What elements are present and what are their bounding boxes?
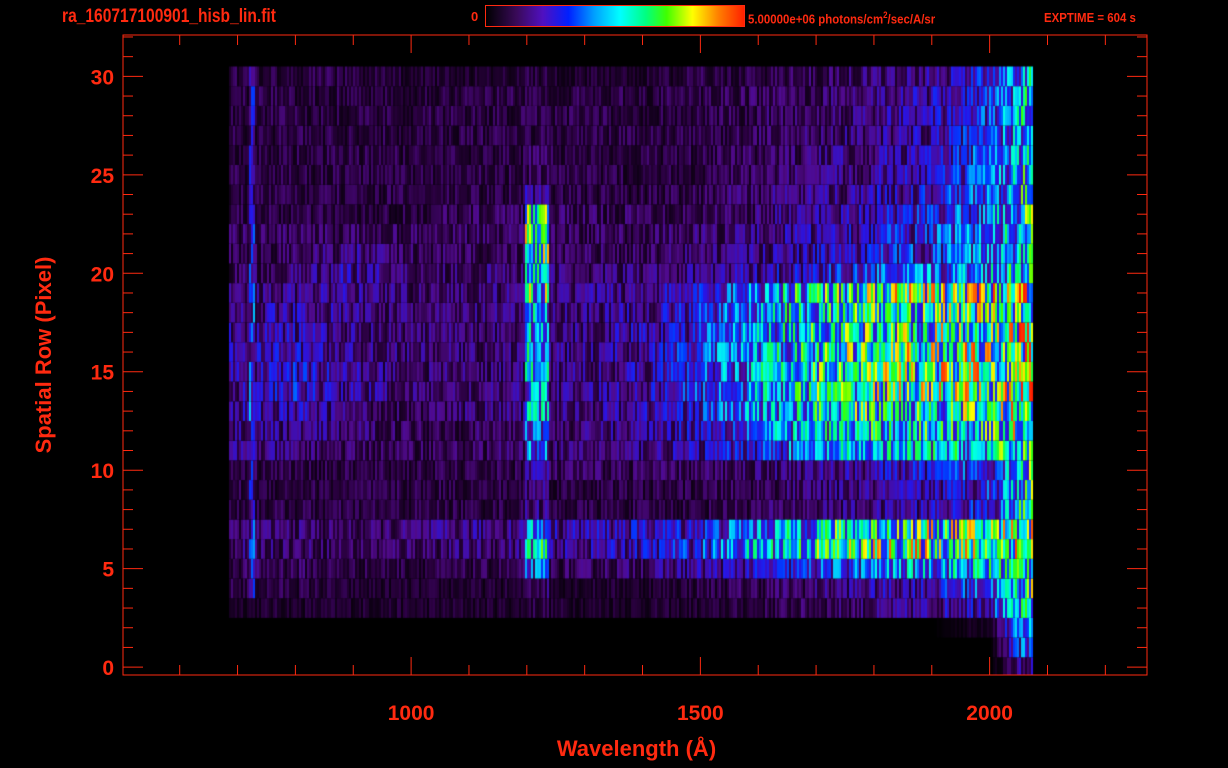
y-axis-label: Spatial Row (Pixel) (31, 256, 56, 454)
y-tick-label: 30 (91, 66, 114, 89)
x-tick-label: 2000 (966, 702, 1013, 725)
y-tick-label: 0 (102, 657, 114, 680)
y-tick-label: 10 (91, 460, 114, 483)
y-tick-label: 25 (91, 165, 115, 188)
y-tick-label: 15 (91, 362, 115, 385)
x-axis-label: Wavelength (Å) (556, 736, 717, 761)
plot-axes: 1000 1500 2000 0 5 10 15 20 25 30 (91, 34, 1148, 725)
y-tick-label: 20 (91, 263, 114, 286)
y-tick-label: 5 (102, 559, 114, 582)
plot-frame (122, 34, 1148, 676)
x-tick-label: 1500 (677, 702, 724, 725)
x-tick-label: 1000 (388, 702, 435, 725)
